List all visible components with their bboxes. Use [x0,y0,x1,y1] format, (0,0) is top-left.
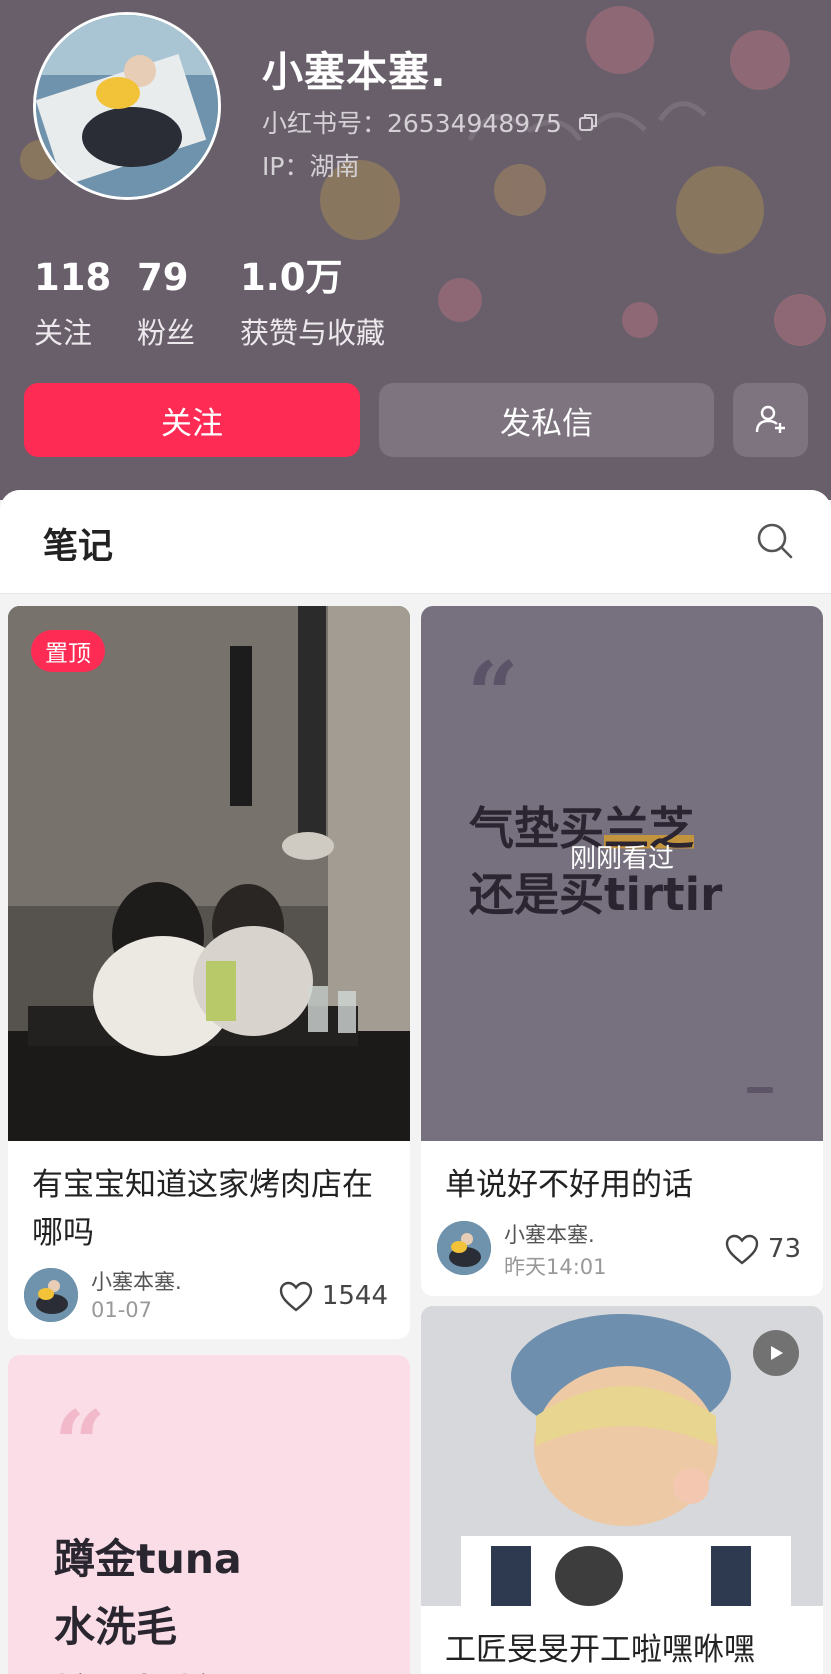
follow-button[interactable]: 关注 [24,383,360,457]
note-cover-text: “ 气垫买兰芝 还是买tirtir 刚刚看过 [421,606,823,1141]
post-date: 01-07 [91,1298,153,1322]
like-button[interactable]: 1544 [278,1280,388,1312]
following-label: 关注 [34,316,93,350]
stat-following[interactable]: 118 关注 [34,256,111,352]
cover-line-2: 水洗毛 [54,1603,177,1651]
like-count: 73 [767,1234,801,1264]
likes-label: 获赞与收藏 [240,316,386,350]
author-row: 小塞本塞. 昨天14:01 73 [437,1219,809,1279]
add-friend-button[interactable] [733,383,808,457]
tab-notes[interactable]: 笔记 [43,518,113,569]
heart-icon [725,1234,759,1265]
quote-mark-icon: “ [54,1391,106,1497]
author-name[interactable]: 小塞本塞. [504,1219,595,1249]
author-avatar[interactable] [24,1268,78,1322]
search-icon [757,523,793,559]
following-count: 118 [34,256,112,299]
cover-line-1: 蹲金tuna [54,1535,242,1583]
followers-count: 79 [137,256,189,299]
author-avatar[interactable] [437,1221,491,1275]
redbook-id-row: 小红书号：26534948975 [262,104,600,140]
note-title: 有宝宝知道这家烤肉店在哪吗 [32,1167,373,1251]
search-button[interactable] [754,520,796,562]
followers-label: 粉丝 [137,316,196,350]
note-card[interactable]: 工匠旻旻开工啦嘿咻嘿 [421,1306,823,1674]
note-cover-text: “ 蹲金tuna 水洗毛 摘采摆摘采! [8,1355,410,1674]
redbook-id: 小红书号：26534948975 [262,109,562,138]
cover-line-3: 摘采摆摘采! [54,1661,278,1674]
note-title: 工匠旻旻开工啦嘿咻嘿 [445,1632,755,1668]
cover-text: 蹲金tuna 水洗毛 摘采摆摘采! [54,1525,278,1674]
notes-sheet: 笔记 置顶 有宝宝知道这家烤肉店在哪吗 小塞本塞. 01-07 1544 “ 气… [0,490,831,1674]
notes-header: 笔记 [0,490,831,594]
profile-header: 小塞本塞. 小红书号：26534948975 IP：湖南 118 关注 79 粉… [0,0,831,500]
author-row: 小塞本塞. 01-07 1544 [24,1266,396,1324]
note-card[interactable]: 置顶 有宝宝知道这家烤肉店在哪吗 小塞本塞. 01-07 1544 [8,606,410,1339]
stat-followers[interactable]: 79 粉丝 [137,256,195,352]
play-icon [771,1346,783,1360]
heart-icon [279,1281,313,1312]
video-badge [753,1330,799,1376]
note-cover-image: 置顶 [8,606,410,1141]
note-card[interactable]: “ 气垫买兰芝 还是买tirtir 刚刚看过 单说好不好用的话 小塞本塞. 昨天… [421,606,823,1296]
message-button[interactable]: 发私信 [379,383,714,457]
quote-mark-icon: “ [467,642,519,748]
likes-count: 1.0万 [240,256,343,299]
decorative-dash [747,1087,773,1093]
note-title: 单说好不好用的话 [445,1167,693,1203]
person-add-icon [755,405,785,433]
recently-viewed-label: 刚刚看过 [569,844,674,874]
like-count: 1544 [321,1281,388,1311]
pinned-badge: 置顶 [31,630,105,672]
profile-avatar[interactable] [33,12,221,200]
like-button[interactable]: 73 [724,1233,801,1265]
username: 小塞本塞. [262,48,447,96]
ip-location: IP：湖南 [262,152,360,181]
stat-likes-collections[interactable]: 1.0万 获赞与收藏 [240,256,385,352]
post-date: 昨天14:01 [504,1255,607,1279]
copy-icon[interactable] [578,111,600,133]
author-name[interactable]: 小塞本塞. [91,1266,182,1296]
note-card[interactable]: “ 蹲金tuna 水洗毛 摘采摆摘采! [8,1355,410,1674]
note-cover-image [421,1306,823,1606]
